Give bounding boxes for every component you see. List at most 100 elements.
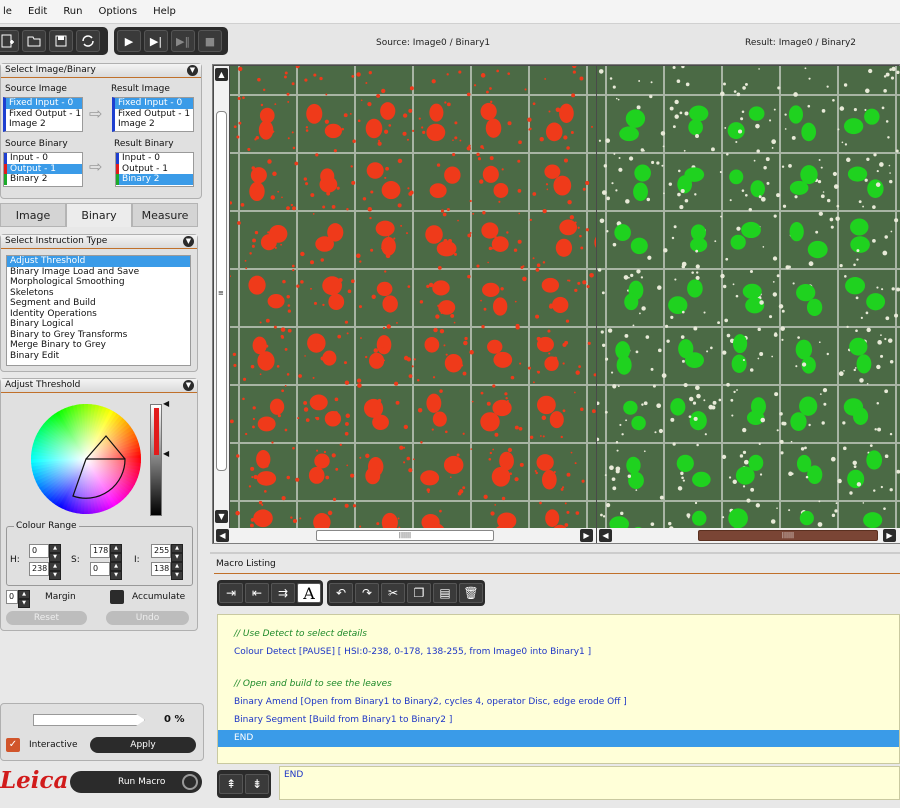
instruction-list[interactable]: Adjust Threshold Binary Image Load and S… [6,255,191,366]
list-item[interactable]: Image 2 [115,119,193,130]
colour-wheel[interactable] [29,402,143,516]
insert-before-icon[interactable]: ⇤ [245,583,269,603]
play-icon[interactable]: ▶ [117,30,141,52]
list-item[interactable]: Input - 0 [116,153,193,164]
menu-help[interactable]: Help [145,6,184,17]
intensity-max-marker-icon[interactable]: ◀ [163,399,169,408]
new-file-icon[interactable] [0,30,19,52]
list-item[interactable]: Binary Logical [7,319,190,330]
menu-run[interactable]: Run [55,6,90,17]
list-item[interactable]: Skeletons [7,288,190,299]
tab-image[interactable]: Image [0,203,66,227]
list-item[interactable]: Adjust Threshold [7,256,190,267]
list-item[interactable]: Binary 2 [116,174,193,185]
source-image[interactable] [230,66,596,528]
h-max-spinner[interactable]: 238 ▲ ▼ [29,562,61,580]
list-item[interactable]: Morphological Smoothing [7,277,190,288]
source-image-list[interactable]: Fixed Input - 0 Fixed Output - 1 Image 2 [3,97,83,132]
collapse-icon[interactable]: ▼ [183,380,194,391]
list-item[interactable]: Binary Image Load and Save [7,267,190,278]
macro-line[interactable]: Binary Segment [Build from Binary1 to Bi… [234,715,452,725]
select-image-binary-panel: Select Image/Binary ▼ Source Image Result… [0,63,202,199]
reset-button[interactable]: Reset [6,611,87,625]
undo-icon[interactable]: ↶ [329,583,353,603]
step-icon[interactable]: ▶| [144,30,168,52]
result-horizontal-scrollbar[interactable]: ◀ |||||| ▶ [597,528,900,543]
i-min-spinner[interactable]: 255 ▲ ▼ [151,544,183,562]
scroll-right-icon[interactable]: ▶ [580,529,593,542]
macro-line[interactable]: Colour Detect [PAUSE] [ HSI:0-238, 0-178… [234,647,591,657]
macro-edit-field[interactable]: END [279,766,900,800]
menu-options[interactable]: Options [91,6,146,17]
list-item[interactable]: Segment and Build [7,298,190,309]
scroll-down-icon[interactable]: ▼ [215,510,228,523]
apply-button[interactable]: Apply [90,737,196,753]
result-binary-list[interactable]: Input - 0 Output - 1 Binary 2 [115,152,194,187]
macro-code[interactable]: // Use Detect to select details Colour D… [217,614,900,764]
macro-line[interactable]: // Use Detect to select details [234,629,367,639]
list-item[interactable]: Fixed Output - 1 [115,109,193,120]
vertical-scrollbar[interactable]: ▲ ≡ ▼ [214,66,229,529]
source-horizontal-scrollbar[interactable]: ◀ |||||| ▶ [214,528,596,543]
redo-icon[interactable]: ↷ [355,583,379,603]
save-disk-icon[interactable] [49,30,73,52]
tab-measure[interactable]: Measure [132,203,198,227]
scroll-left-icon[interactable]: ◀ [599,529,612,542]
list-item[interactable]: Input - 0 [4,153,82,164]
list-item[interactable]: Image 2 [6,119,82,130]
macro-line[interactable]: // Open and build to see the leaves [234,679,392,689]
insert-line-icon[interactable]: ⇥ [219,583,243,603]
list-item[interactable]: Output - 1 [4,163,82,174]
list-item[interactable]: Fixed Input - 0 [115,98,193,109]
result-image-list[interactable]: Fixed Input - 0 Fixed Output - 1 Image 2 [112,97,194,132]
margin-spinner[interactable]: 0 ▲ ▼ [6,590,30,608]
copy-icon[interactable]: ❐ [407,583,431,603]
step-pause-icon[interactable]: ▶‖ [171,30,195,52]
run-macro-button[interactable]: Run Macro [70,771,202,793]
menu-edit[interactable]: Edit [20,6,55,17]
menu-file[interactable]: le [0,6,20,17]
i-max-spinner[interactable]: 138 ▲ ▼ [151,562,183,580]
source-binary-list[interactable]: Input - 0 Output - 1 Binary 2 [3,152,83,187]
s-max-spinner[interactable]: 0 ▲ ▼ [90,562,122,580]
interactive-label: Interactive [29,740,78,750]
horizontal-scroll-thumb[interactable]: |||||| [698,530,878,541]
list-item[interactable]: Merge Binary to Grey [7,340,190,351]
scroll-right-icon[interactable]: ▶ [883,529,896,542]
scroll-left-icon[interactable]: ◀ [216,529,229,542]
list-item[interactable]: Output - 1 [116,163,193,174]
adjust-threshold-panel: Adjust Threshold ▼ ◀ ◀ Colour Range H: 0 ▲… [0,378,198,631]
cut-icon[interactable]: ✂ [381,583,405,603]
list-item[interactable]: Binary Edit [7,351,190,362]
text-comment-icon[interactable]: A [297,583,321,603]
list-item[interactable]: Binary 2 [4,174,82,185]
macro-line[interactable]: Binary Amend [Open from Binary1 to Binar… [234,697,627,707]
delete-icon[interactable]: 🗑 [459,583,483,603]
collapse-icon[interactable]: ▼ [187,65,198,76]
arrow-right-icon: ⇨ [89,104,103,123]
macro-line-selected[interactable]: END [218,730,899,747]
paste-icon[interactable]: ▤ [433,583,457,603]
refresh-icon[interactable] [76,30,100,52]
stop-icon[interactable]: ■ [198,30,222,52]
line-down-icon[interactable]: ⇟ [245,774,269,794]
undo-button[interactable]: Undo [106,611,189,625]
tab-binary[interactable]: Binary [66,203,132,227]
list-item[interactable]: Identity Operations [7,309,190,320]
interactive-checkbox[interactable]: ✓ [6,738,20,752]
intensity-min-marker-icon[interactable]: ◀ [163,449,169,458]
s-min-spinner[interactable]: 178 ▲ ▼ [90,544,122,562]
horizontal-scroll-thumb[interactable]: |||||| [316,530,494,541]
list-item[interactable]: Fixed Output - 1 [6,109,82,120]
accumulate-checkbox[interactable] [110,590,124,604]
line-up-icon[interactable]: ⇞ [219,774,243,794]
list-item[interactable]: Binary to Grey Transforms [7,330,190,341]
h-min-spinner[interactable]: 0 ▲ ▼ [29,544,61,562]
collapse-icon[interactable]: ▼ [183,236,194,247]
list-item[interactable]: Fixed Input - 0 [6,98,82,109]
scroll-up-icon[interactable]: ▲ [215,68,228,81]
insert-after-icon[interactable]: ⇉ [271,583,295,603]
intensity-bar[interactable] [150,404,162,516]
result-image[interactable] [597,66,900,528]
open-folder-icon[interactable] [22,30,46,52]
